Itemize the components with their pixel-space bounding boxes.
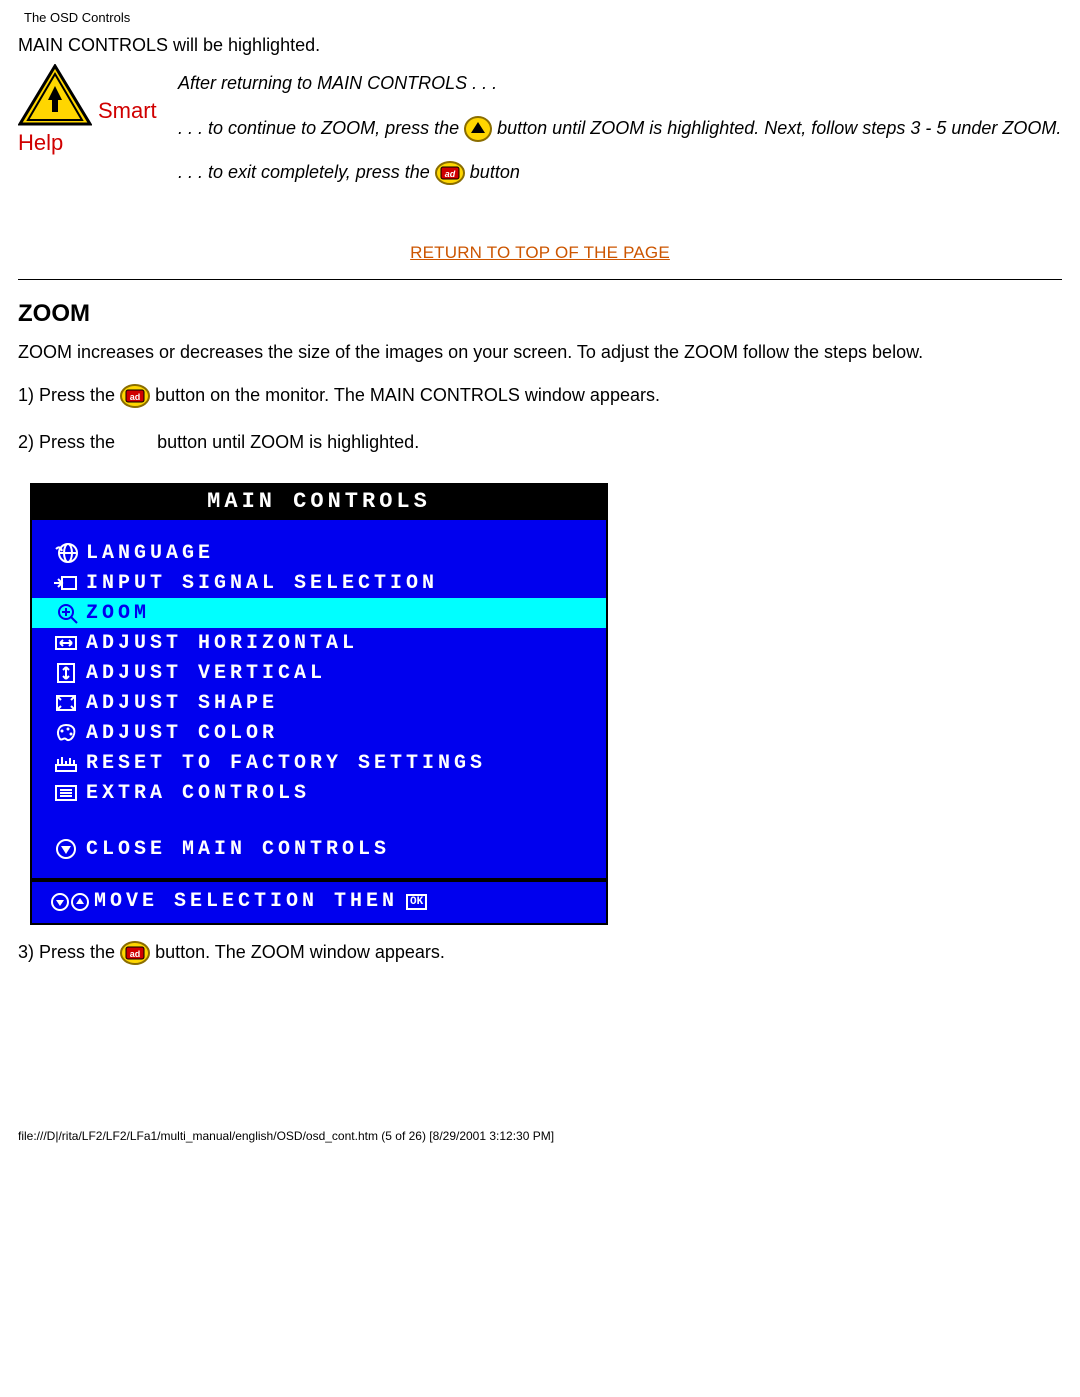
osd-row-label: LANGUAGE	[86, 542, 214, 565]
input-icon	[46, 571, 86, 595]
osd-close-label: CLOSE MAIN CONTROLS	[86, 838, 390, 861]
step-1: 1) Press the ad button on the monitor. T…	[18, 384, 1062, 408]
osd-row-label: ZOOM	[86, 602, 150, 625]
move-selection-icon	[46, 891, 94, 913]
step-2: 2) Press the button until ZOOM is highli…	[18, 432, 1062, 453]
intro-text: MAIN CONTROLS will be highlighted.	[18, 35, 1062, 56]
exit-part2: button	[470, 162, 520, 182]
step3-b: button. The ZOOM window appears.	[155, 942, 445, 962]
exit-part1: . . . to exit completely, press the	[178, 162, 435, 182]
smart-help-left: Smart Help	[18, 64, 178, 156]
close-icon	[46, 837, 86, 861]
osd-row-input: INPUT SIGNAL SELECTION	[32, 568, 606, 598]
continue-part1: . . . to continue to ZOOM, press the	[178, 118, 464, 138]
osd-row-extra: EXTRA CONTROLS	[32, 778, 606, 808]
extra-icon	[46, 781, 86, 805]
osd-row-horiz: ADJUST HORIZONTAL	[32, 628, 606, 658]
ok-button-icon: ad	[120, 384, 150, 408]
osd-row-label: ADJUST SHAPE	[86, 692, 278, 715]
shape-icon	[46, 691, 86, 715]
help-label: Help	[18, 130, 178, 156]
osd-screen: MAIN CONTROLS LANGUAGE INPUT SIGNAL SELEC…	[30, 483, 608, 925]
osd-row-vert: ADJUST VERTICAL	[32, 658, 606, 688]
osd-row-label: INPUT SIGNAL SELECTION	[86, 572, 438, 595]
warning-icon	[18, 64, 92, 128]
return-to-top-link[interactable]: RETURN TO TOP OF THE PAGE	[410, 243, 670, 262]
smart-label: Smart	[98, 100, 157, 128]
return-to-top: RETURN TO TOP OF THE PAGE	[18, 242, 1062, 263]
osd-ok-indicator: OK	[406, 894, 427, 910]
osd-footer-text: MOVE SELECTION THEN	[94, 890, 398, 913]
osd-row-label: EXTRA CONTROLS	[86, 782, 310, 805]
osd-body: LANGUAGE INPUT SIGNAL SELECTION ZOOM ADJUST…	[32, 520, 606, 878]
osd-row-globe: LANGUAGE	[32, 538, 606, 568]
continue-line: . . . to continue to ZOOM, press the but…	[178, 113, 1062, 144]
svg-text:ad: ad	[130, 949, 141, 959]
osd-row-label: RESET TO FACTORY SETTINGS	[86, 752, 486, 775]
reset-icon	[46, 751, 86, 775]
osd-title: MAIN CONTROLS	[32, 485, 606, 520]
ok-button-icon: ad	[120, 941, 150, 965]
globe-icon	[46, 541, 86, 565]
osd-row-label: ADJUST COLOR	[86, 722, 278, 745]
step2-a: 2) Press the	[18, 432, 120, 452]
color-icon	[46, 721, 86, 745]
zoom-heading: ZOOM	[18, 300, 1062, 328]
step2-b: button until ZOOM is highlighted.	[157, 432, 419, 452]
ok-button-icon: ad	[435, 161, 465, 185]
osd-row-close: CLOSE MAIN CONTROLS	[32, 834, 606, 864]
horiz-icon	[46, 631, 86, 655]
osd-row-shape: ADJUST SHAPE	[32, 688, 606, 718]
header-path: The OSD Controls	[0, 0, 1080, 29]
step1-a: 1) Press the	[18, 385, 120, 405]
exit-line: . . . to exit completely, press the ad b…	[178, 157, 1062, 188]
osd-row-zoom: ZOOM	[32, 598, 606, 628]
step3-a: 3) Press the	[18, 942, 120, 962]
step-3: 3) Press the ad button. The ZOOM window …	[18, 941, 1062, 965]
svg-text:ad: ad	[130, 392, 141, 402]
vert-icon	[46, 661, 86, 685]
after-returning-line: After returning to MAIN CONTROLS . . .	[178, 68, 1062, 99]
osd-footer: MOVE SELECTION THEN OK	[32, 878, 606, 923]
smart-help-block: Smart Help After returning to MAIN CONTR…	[18, 64, 1062, 202]
osd-row-label: ADJUST VERTICAL	[86, 662, 326, 685]
footer-path: file:///D|/rita/LF2/LF2/LFa1/multi_manua…	[0, 1129, 1080, 1155]
continue-part2: button until ZOOM is highlighted. Next, …	[497, 118, 1061, 138]
step1-b: button on the monitor. The MAIN CONTROLS…	[155, 385, 660, 405]
zoom-intro: ZOOM increases or decreases the size of …	[18, 340, 1062, 364]
osd-row-reset: RESET TO FACTORY SETTINGS	[32, 748, 606, 778]
up-button-icon	[464, 116, 492, 142]
osd-row-label: ADJUST HORIZONTAL	[86, 632, 358, 655]
divider	[18, 279, 1062, 280]
svg-text:ad: ad	[445, 169, 456, 179]
smart-help-text: After returning to MAIN CONTROLS . . . .…	[178, 64, 1062, 202]
osd-row-color: ADJUST COLOR	[32, 718, 606, 748]
zoom-icon	[46, 601, 86, 625]
